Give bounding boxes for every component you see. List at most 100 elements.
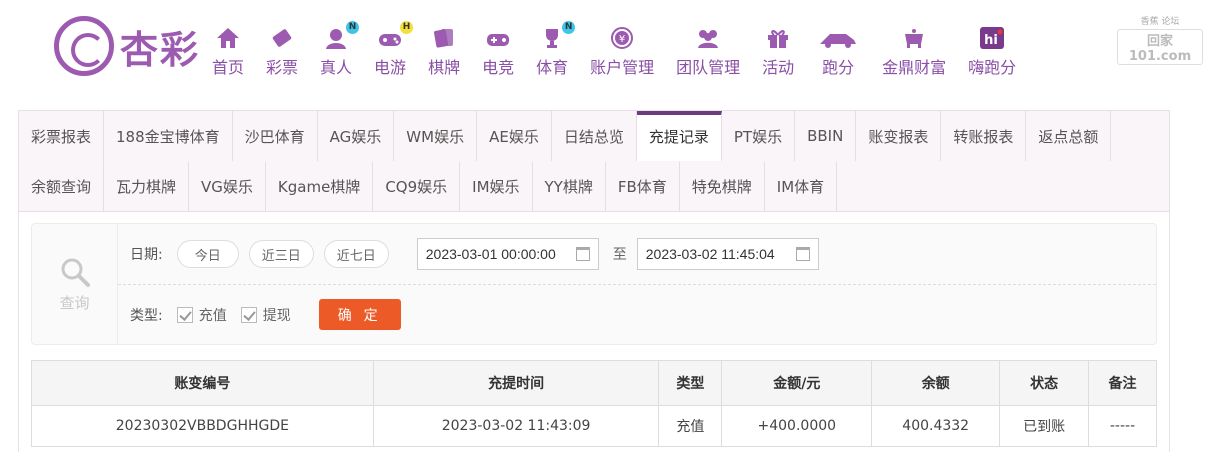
search-icon (61, 258, 90, 287)
calendar-icon (575, 247, 590, 261)
logo-mark-icon (54, 16, 114, 76)
trophy-icon: N (537, 21, 576, 52)
nav-label: 体育 (536, 58, 569, 77)
badge-h: H (400, 21, 414, 34)
nav-label: 团队管理 (676, 58, 741, 77)
nav-item-11[interactable]: 金鼎财富 (882, 24, 946, 78)
to-label: 至 (612, 247, 627, 263)
nav-item-0[interactable]: 首页 (212, 24, 244, 78)
nav-item-6[interactable]: N 体育 (536, 21, 576, 78)
type-withdraw-checkbox[interactable]: 提现 (240, 305, 291, 325)
hi-icon: hi (977, 24, 1007, 52)
controller-icon (483, 24, 513, 52)
ticket-icon (267, 24, 297, 52)
nav-item-10[interactable]: 跑分 (816, 24, 860, 78)
confirm-button[interactable]: 确 定 (318, 299, 401, 330)
nav-item-9[interactable]: 活动 (762, 24, 794, 78)
type-withdraw-label: 提现 (262, 307, 291, 324)
nav-item-1[interactable]: 彩票 (266, 24, 298, 78)
search-panel: 查询 日期: 今日 近三日 近七日 2023-03-01 00:00:00 至 … (31, 223, 1157, 345)
tab-tabs-row1-3[interactable]: AG娱乐 (318, 111, 395, 161)
tab-tabs-row2-5[interactable]: IM娱乐 (460, 161, 533, 211)
range-7days-button[interactable]: 近七日 (323, 240, 389, 268)
search-side[interactable]: 查询 (32, 224, 118, 344)
dealer-icon: N (321, 21, 360, 52)
tab-tabs-row2-3[interactable]: Kgame棋牌 (266, 161, 374, 211)
tab-tabs-row2-2[interactable]: VG娱乐 (189, 161, 266, 211)
header: 杏彩 首页 彩票 N 真人 H 电游 棋牌 电竞 N 体育 ¥ 账户管理 团队管理 活动 跑分 金鼎财富 hi 嗨… (0, 0, 1209, 100)
cauldron-icon (899, 24, 929, 52)
cell-id: 20230302VBBDGHHGDE (31, 405, 374, 447)
col-amount: 金额/元 (721, 360, 873, 406)
cell-remark: ----- (1088, 405, 1157, 447)
nav-label: 账户管理 (590, 58, 655, 77)
nav-item-12[interactable]: hi 嗨跑分 (968, 24, 1016, 78)
tab-tabs-row1-11[interactable]: 转账报表 (941, 111, 1027, 161)
logo-text: 杏彩 (120, 26, 201, 72)
tab-tabs-row1-4[interactable]: WM娱乐 (394, 111, 478, 161)
report-panel: 彩票报表 188金宝博体育 沙巴体育 AG娱乐 WM娱乐 AE娱乐 日结总览 充提记录 PT娱乐… (18, 110, 1170, 452)
home-icon (213, 24, 243, 52)
nav-item-2[interactable]: N 真人 (320, 21, 360, 78)
tab-tabs-row1-8[interactable]: PT娱乐 (722, 111, 796, 161)
cell-type: 充值 (658, 405, 723, 447)
nav-label: 电竞 (482, 58, 515, 77)
nav-label: 首页 (212, 58, 245, 77)
type-deposit-checkbox[interactable]: 充值 (176, 305, 227, 325)
yen-coin-icon: ¥ (607, 24, 637, 52)
tab-tabs-row1-0[interactable]: 彩票报表 (19, 111, 105, 161)
date-label: 日期: (130, 247, 163, 263)
tab-tabs-row1-12[interactable]: 返点总额 (1026, 111, 1112, 161)
cell-status: 已到账 (999, 405, 1090, 447)
records-table: 账变编号 充提时间 类型 金额/元 余额 状态 备注 20230302VBBDG… (31, 360, 1157, 447)
cell-amount: +400.0000 (721, 405, 873, 447)
watermark-top: 香蕉 论坛 (1140, 17, 1180, 27)
tab-tabs-row1-7[interactable]: 充提记录 (636, 111, 722, 161)
tab-tabs-row2-9[interactable]: IM体育 (765, 161, 838, 211)
tab-tabs-row2-6[interactable]: YY棋牌 (533, 161, 606, 211)
tab-tabs-row2-7[interactable]: FB体育 (606, 161, 680, 211)
nav-item-3[interactable]: H 电游 (374, 21, 414, 78)
badge-n: N (346, 21, 360, 34)
col-balance: 余额 (871, 360, 1001, 406)
calendar-icon (795, 247, 810, 261)
runner-icon (816, 24, 860, 52)
nav-label: 嗨跑分 (968, 58, 1017, 77)
nav-label: 棋牌 (428, 58, 461, 77)
nav-item-8[interactable]: 团队管理 (676, 24, 740, 78)
tab-tabs-row2-8[interactable]: 特免棋牌 (680, 161, 765, 211)
nav-item-4[interactable]: 棋牌 (428, 24, 460, 78)
nav-item-7[interactable]: ¥ 账户管理 (590, 24, 654, 78)
tab-tabs-row2-1[interactable]: 瓦力棋牌 (104, 161, 190, 211)
nav-item-5[interactable]: 电竞 (482, 24, 514, 78)
col-status: 状态 (999, 360, 1090, 406)
end-date-input[interactable]: 2023-03-02 11:45:04 (636, 238, 819, 270)
main-nav: 首页 彩票 N 真人 H 电游 棋牌 电竞 N 体育 ¥ 账户管理 团队管理 活动 跑分 金鼎财富 hi 嗨跑分 (212, 21, 1038, 78)
tab-tabs-row2-4[interactable]: CQ9娱乐 (373, 161, 461, 211)
col-id: 账变编号 (31, 360, 374, 406)
tab-tabs-row1-1[interactable]: 188金宝博体育 (104, 111, 233, 161)
tab-tabs-row1-5[interactable]: AE娱乐 (477, 111, 552, 161)
range-3days-button[interactable]: 近三日 (248, 240, 314, 268)
start-date-input[interactable]: 2023-03-01 00:00:00 (416, 238, 599, 270)
checkbox-icon (240, 306, 257, 323)
cell-time: 2023-03-02 11:43:09 (372, 405, 660, 447)
nav-label: 金鼎财富 (882, 58, 947, 77)
start-date-value: 2023-03-01 00:00:00 (425, 246, 556, 262)
nav-label: 跑分 (822, 58, 855, 77)
date-row: 日期: 今日 近三日 近七日 2023-03-01 00:00:00 至 202… (118, 224, 1156, 285)
logo[interactable]: 杏彩 (54, 16, 200, 76)
tab-tabs-row1-6[interactable]: 日结总览 (552, 111, 637, 161)
nav-label: 活动 (762, 58, 795, 77)
report-tabs: 彩票报表 188金宝博体育 沙巴体育 AG娱乐 WM娱乐 AE娱乐 日结总览 充提记录 PT娱乐… (19, 111, 1169, 212)
tab-tabs-row1-10[interactable]: 账变报表 (856, 111, 942, 161)
gift-icon (763, 24, 793, 52)
tab-tabs-row2-0[interactable]: 余额查询 (19, 161, 105, 211)
tab-tabs-row1-9[interactable]: BBIN (795, 111, 857, 161)
nav-label: 彩票 (266, 58, 299, 77)
team-icon (693, 24, 723, 52)
range-today-button[interactable]: 今日 (176, 240, 239, 268)
search-side-label: 查询 (59, 293, 90, 312)
tab-tabs-row1-2[interactable]: 沙巴体育 (233, 111, 318, 161)
checkbox-icon (176, 306, 193, 323)
